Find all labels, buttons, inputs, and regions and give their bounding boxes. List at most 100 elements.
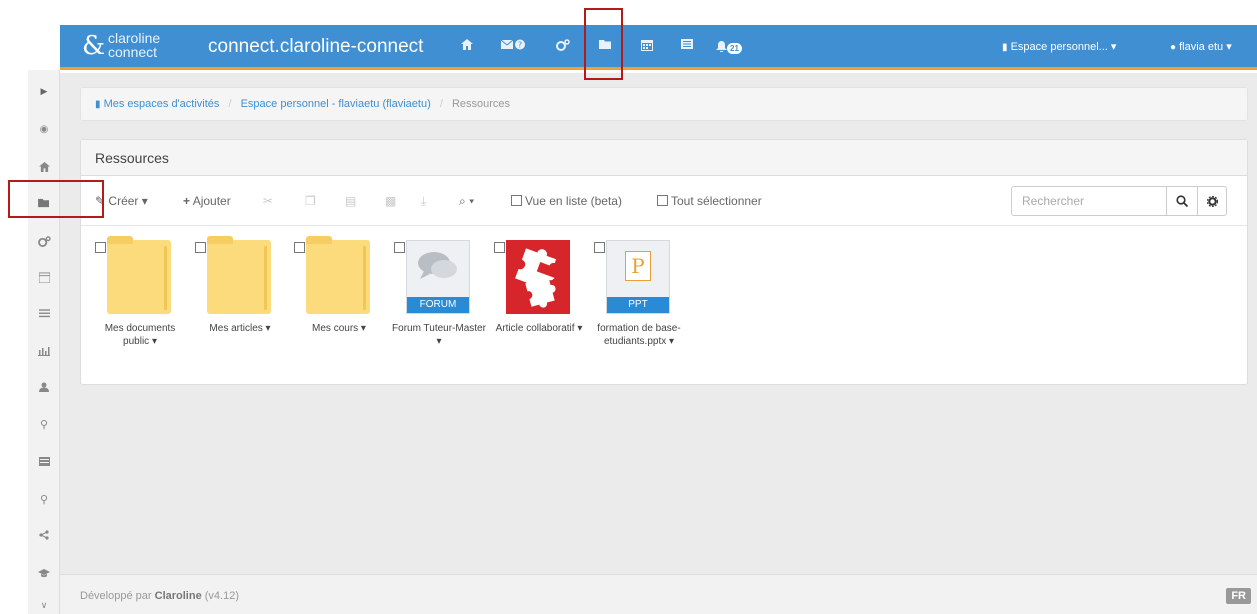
resource-name[interactable]: Mes documents public ▾ [91, 322, 189, 348]
settings-button[interactable] [1197, 186, 1227, 216]
breadcrumb-separator: / [439, 98, 443, 110]
resource-checkbox[interactable] [294, 242, 305, 253]
paste-button[interactable]: ▤ [345, 194, 356, 208]
search-button[interactable] [1166, 186, 1198, 216]
sidebar-item-tools[interactable] [28, 232, 60, 250]
sidebar-item-home[interactable] [28, 158, 60, 176]
ppt-ribbon: PPT [607, 297, 669, 313]
resource-name[interactable]: Mes articles ▾ [191, 322, 289, 335]
footer: Développé par Claroline (v4.12) FR [60, 574, 1257, 614]
trophy-icon: ⚲ [39, 418, 49, 431]
forum-icon[interactable]: FORUM [406, 240, 470, 314]
footer-brand[interactable]: Claroline [155, 590, 202, 602]
sidebar-item-view[interactable]: ◉ [28, 120, 60, 138]
user-menu[interactable]: ● flavia etu ▾ [1170, 40, 1232, 53]
claroline-logo-mark: & [82, 31, 106, 61]
tools-icon[interactable] [552, 39, 574, 51]
delete-button[interactable]: ▩ [385, 194, 396, 208]
workspace-menu[interactable]: ▮ Espace personnel... ▾ [1002, 40, 1116, 53]
site-title[interactable]: connect.claroline-connect [208, 36, 423, 58]
cut-button[interactable]: ✂ [263, 194, 273, 208]
resource-item[interactable]: P PPT formation de base-etudiants.pptx ▾ [594, 240, 684, 370]
download-button[interactable]: ⤓ [421, 194, 426, 209]
svg-text:?: ? [518, 41, 522, 50]
sidebar-item-list[interactable] [28, 304, 60, 322]
sidebar-item-share[interactable] [28, 526, 60, 544]
zoom-button[interactable]: ⌕ ▾ [459, 194, 474, 209]
book-icon: ▮ [95, 99, 101, 110]
paste-icon: ▤ [345, 194, 357, 208]
sidebar-item-stats[interactable] [28, 342, 60, 360]
sidebar-item-badges[interactable]: ⚲ [28, 415, 60, 433]
list-icon[interactable] [676, 39, 698, 49]
gear-icon [1206, 195, 1218, 207]
folder-icon[interactable] [207, 236, 271, 314]
list-icon [38, 309, 50, 318]
list-view-toggle[interactable]: Vue en liste (beta) [511, 194, 622, 208]
select-all-label: Tout sélectionner [671, 194, 762, 208]
home-icon [38, 162, 50, 172]
desktop-icon [38, 456, 50, 466]
notifications-bell[interactable]: 21 [716, 39, 756, 55]
resource-checkbox[interactable] [95, 242, 106, 253]
resource-name[interactable]: formation de base-etudiants.pptx ▾ [590, 322, 688, 348]
resource-checkbox[interactable] [195, 242, 206, 253]
footer-version: (v4.12) [204, 590, 240, 602]
breadcrumb: ▮ Mes espaces d'activités / Espace perso… [80, 87, 1248, 121]
search-input[interactable] [1011, 186, 1167, 216]
main-content: ▮ Mes espaces d'activités / Espace perso… [60, 73, 1257, 574]
resource-item[interactable]: Mes articles ▾ [195, 236, 285, 370]
user-icon: ● [1170, 42, 1177, 53]
footer-prefix: Développé par [80, 590, 152, 602]
resources-panel: Ressources ✎ Créer ▾ + Ajouter ✂ ❐ ▤ ▩ ⤓… [80, 139, 1248, 385]
resource-toolbar: ✎ Créer ▾ + Ajouter ✂ ❐ ▤ ▩ ⤓ ⌕ ▾ Vue en… [81, 176, 1247, 226]
breadcrumb-item-current: Ressources [451, 98, 511, 110]
forum-ribbon: FORUM [407, 297, 469, 313]
home-icon[interactable] [456, 39, 478, 50]
sidebar-item-users[interactable] [28, 378, 60, 396]
resource-name[interactable]: Mes cours ▾ [290, 322, 388, 335]
select-all-checkbox[interactable] [657, 195, 668, 206]
folder-icon[interactable] [306, 236, 370, 314]
resource-name[interactable]: Forum Tuteur-Master ▾ [390, 322, 488, 348]
ppt-file-icon[interactable]: P PPT [606, 240, 670, 314]
zoom-label: ▾ [469, 194, 475, 208]
resource-checkbox[interactable] [594, 242, 605, 253]
resource-checkbox[interactable] [394, 242, 405, 253]
sidebar-expand[interactable]: ∨ [28, 596, 60, 614]
breadcrumb-item-workspaces[interactable]: Mes espaces d'activités [104, 98, 220, 110]
resource-item[interactable]: Article collaboratif ▾ [494, 240, 584, 370]
caret-right-icon: ▶ [40, 85, 48, 96]
breadcrumb-separator: / [228, 98, 232, 110]
language-button[interactable]: FR [1226, 588, 1251, 604]
speech-bubbles-icon [418, 252, 457, 279]
resource-item[interactable]: Mes cours ▾ [294, 236, 384, 370]
sidebar-item-agenda[interactable] [28, 268, 60, 286]
list-view-checkbox[interactable] [511, 195, 522, 206]
top-navbar: & claroline connect connect.claroline-con… [60, 25, 1257, 70]
tools-icon [37, 235, 51, 247]
highlight-box-nav-resources [584, 8, 623, 80]
sidebar-item-desktop[interactable] [28, 452, 60, 470]
breadcrumb-item-personal-space[interactable]: Espace personnel - flaviaetu (flaviaetu) [241, 98, 431, 110]
copy-button[interactable]: ❐ [305, 194, 316, 208]
bell-icon [716, 41, 727, 52]
add-label: Ajouter [192, 194, 231, 208]
add-button[interactable]: + Ajouter [183, 194, 231, 208]
puzzle-icon[interactable] [506, 240, 570, 314]
resource-checkbox[interactable] [494, 242, 505, 253]
sidebar-toggle[interactable]: ▶ [28, 82, 60, 100]
sidebar-item-courses[interactable] [28, 564, 60, 582]
resource-item[interactable]: Mes documents public ▾ [95, 236, 185, 370]
resource-name[interactable]: Article collaboratif ▾ [490, 322, 588, 335]
calendar-icon[interactable] [636, 39, 658, 51]
messages-icon[interactable]: ? [498, 39, 528, 50]
sidebar-item-awards[interactable]: ⚲ [28, 490, 60, 508]
folder-icon[interactable] [107, 236, 171, 314]
puzzle-pieces-icon [515, 248, 563, 308]
resource-item[interactable]: FORUM Forum Tuteur-Master ▾ [392, 240, 486, 370]
claroline-logo[interactable]: & claroline connect [80, 29, 190, 65]
calendar-icon [38, 271, 50, 283]
select-all-toggle[interactable]: Tout sélectionner [657, 194, 762, 208]
logo-text-bottom: connect [108, 44, 158, 60]
